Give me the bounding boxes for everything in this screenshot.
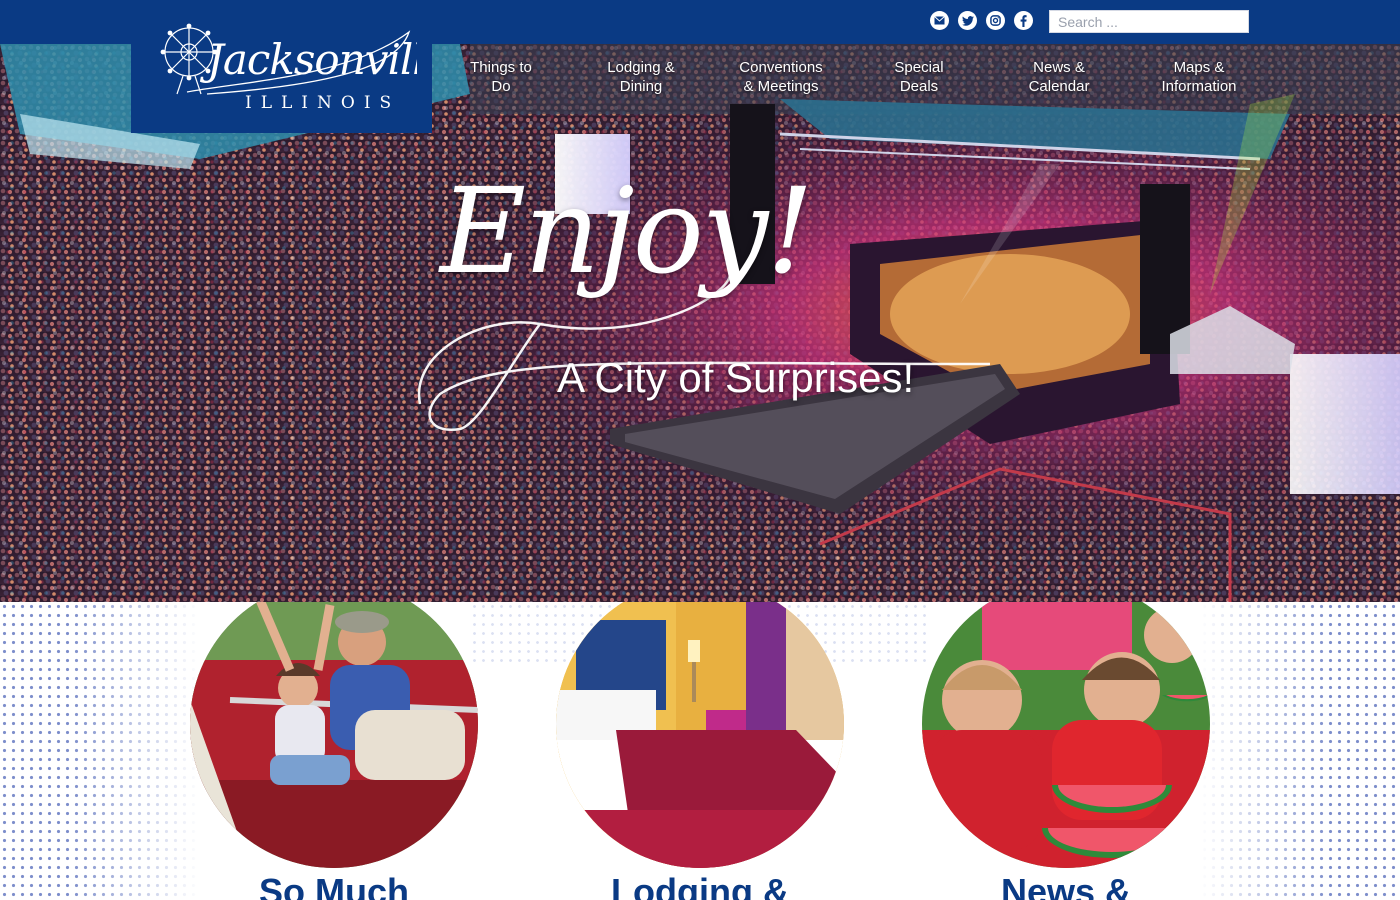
card-things-to-do[interactable]: So Much xyxy=(190,602,478,900)
ferris-wheel-ride-image xyxy=(190,602,478,868)
instagram-icon xyxy=(990,15,1001,26)
hero-subtitle: A City of Surprises! xyxy=(557,354,915,401)
card-lodging-dining[interactable]: Lodging & xyxy=(556,602,844,900)
main-nav: Things to Do Lodging & Dining Convention… xyxy=(0,58,1400,98)
halftone-pattern-right xyxy=(1200,602,1400,900)
search-input[interactable] xyxy=(1049,10,1249,33)
card-title: News & xyxy=(1000,871,1132,900)
halftone-pattern-left xyxy=(0,602,200,900)
instagram-link[interactable] xyxy=(986,11,1005,30)
nav-maps-information[interactable]: Maps & Information xyxy=(1134,58,1264,96)
email-icon xyxy=(934,16,945,25)
nav-news-calendar[interactable]: News & Calendar xyxy=(994,58,1124,96)
facebook-link[interactable] xyxy=(1014,11,1033,30)
card-news-calendar[interactable]: News & xyxy=(922,602,1210,900)
facebook-icon xyxy=(1020,14,1027,27)
social-links xyxy=(930,11,1033,30)
feature-section: So Much Lodging & News & xyxy=(0,602,1400,900)
nav-special-deals[interactable]: Special Deals xyxy=(854,58,984,96)
nav-things-to-do[interactable]: Things to Do xyxy=(436,58,566,96)
card-title: So Much xyxy=(259,871,409,900)
ferris-wheel-ride-photo xyxy=(190,602,478,868)
watermelon-eating-contest-photo xyxy=(922,602,1210,868)
hotel-room-image xyxy=(556,602,844,868)
nav-conventions-meetings[interactable]: Conventions & Meetings xyxy=(716,58,846,96)
hotel-room-photo xyxy=(556,602,844,868)
email-link[interactable] xyxy=(930,11,949,30)
twitter-icon xyxy=(961,15,974,26)
hero-script-title: Enjoy! xyxy=(440,162,814,300)
twitter-link[interactable] xyxy=(958,11,977,30)
nav-lodging-dining[interactable]: Lodging & Dining xyxy=(576,58,706,96)
watermelon-contest-image xyxy=(922,602,1210,868)
card-title: Lodging & xyxy=(611,871,789,900)
